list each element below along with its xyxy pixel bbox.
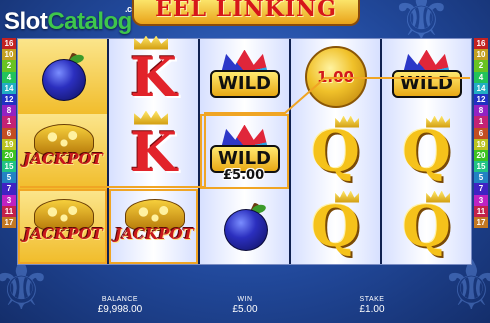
stake-value: £1.00	[359, 304, 385, 315]
reel-5: WILD Q Q	[382, 39, 471, 264]
reel-area: JACKPOT JACKPOT K K JACKPOT WILD WILD 1.00 Q Q WIL…	[17, 35, 472, 265]
payline-number-right: 10	[474, 49, 488, 61]
payline-number-left: 7	[2, 183, 16, 195]
reel-cell: 1.00	[291, 39, 380, 114]
slotcatalog-logo: SlotCatalog .com	[4, 4, 145, 36]
reel-cell: JACKPOT	[18, 114, 107, 189]
plum-symbol	[221, 201, 269, 251]
jackpot-symbol: JACKPOT	[24, 198, 103, 255]
payline-number-right: 17	[474, 217, 488, 229]
payline-number-left: 19	[2, 138, 16, 150]
payline-number-right: 7	[474, 183, 488, 195]
queen-symbol: Q	[311, 190, 360, 255]
payline-number-right: 15	[474, 161, 488, 173]
win-value: £5.00	[232, 304, 258, 315]
payline-number-left: 3	[2, 194, 16, 206]
payline-number-left: 10	[2, 49, 16, 61]
reel-cell: K	[109, 35, 198, 114]
game-title: EEL LINKING	[155, 0, 337, 22]
reel-cell: Q	[382, 114, 471, 189]
bottom-bar: BALANCE £9,998.00 WIN £5.00 STAKE £1.00	[0, 288, 490, 323]
payline-number-right: 3	[474, 194, 488, 206]
payline-number-left: 17	[2, 217, 16, 229]
payline-number-left: 20	[2, 149, 16, 162]
logo-part-1: Slot	[4, 8, 48, 35]
reel-cell: K	[109, 110, 198, 189]
payline-number-left: 12	[2, 93, 16, 106]
payline-number-right: 14	[474, 82, 488, 94]
payline-number-right: 2	[474, 60, 488, 72]
reel-cell	[200, 189, 289, 264]
wild-symbol: WILD	[391, 49, 462, 104]
payline-number-left: 2	[2, 60, 16, 72]
king-symbol: K	[130, 35, 177, 104]
reel-cell: JACKPOT	[109, 189, 198, 264]
payline-number-left: 14	[2, 82, 16, 94]
payline-number-right: 11	[474, 205, 488, 217]
queen-symbol: Q	[402, 190, 451, 255]
payline-number-left: 5	[2, 172, 16, 184]
reel-cell: WILD	[382, 39, 471, 114]
balance-value: £9,998.00	[97, 304, 143, 315]
reel-cell: Q	[291, 189, 380, 264]
payline-number-left: 11	[2, 205, 16, 217]
payline-number-left: 15	[2, 161, 16, 173]
reel-3: WILD WILD	[200, 39, 289, 264]
reel-2: K K JACKPOT	[109, 35, 198, 264]
game-title-banner: EEL LINKING	[132, 0, 360, 26]
payline-number-right: 6	[474, 127, 488, 139]
reel-4: 1.00 Q Q	[291, 39, 380, 264]
wild-symbol: WILD	[209, 49, 280, 104]
win-label: WIN	[237, 296, 253, 303]
payline-number-right: 20	[474, 149, 488, 162]
stake-display: STAKE £1.00	[322, 295, 422, 316]
payline-number-left: 8	[2, 105, 16, 117]
stake-label: STAKE	[359, 296, 385, 303]
jackpot-symbol: JACKPOT	[115, 198, 194, 255]
balance-label: BALANCE	[101, 296, 139, 303]
payline-number-right: 5	[474, 172, 488, 184]
payline-number-right: 8	[474, 105, 488, 117]
win-amount-overlay: £5.00	[223, 168, 265, 183]
reel-1: JACKPOT JACKPOT	[18, 39, 107, 264]
payline-number-right: 4	[474, 71, 488, 83]
payline-number-left: 6	[2, 127, 16, 139]
payline-number-right: 1	[474, 116, 488, 128]
win-display: WIN £5.00	[195, 295, 295, 316]
reel-cell: JACKPOT	[18, 189, 107, 264]
queen-symbol: Q	[402, 115, 451, 180]
payline-indicators-right: 16 10 2 4 14 12 8 1 6 19 20 15 5 7 3 11 17	[474, 38, 488, 229]
queen-symbol: Q	[311, 115, 360, 180]
payline-number-right: 12	[474, 93, 488, 106]
logo-part-2: Catalog	[47, 8, 132, 35]
reel-cell: Q	[382, 189, 471, 264]
jackpot-symbol: JACKPOT	[24, 123, 103, 180]
coin-symbol: 1.00	[304, 45, 367, 108]
payline-number-right: 19	[474, 138, 488, 150]
reel-cell: Q	[291, 114, 380, 189]
king-symbol: K	[130, 110, 177, 179]
plum-symbol	[39, 51, 87, 101]
reel-cell: WILD	[200, 39, 289, 114]
payline-indicators-left: 16 10 2 4 14 12 8 1 6 19 20 15 5 7 3 11 17	[2, 38, 16, 229]
payline-number-left: 1	[2, 116, 16, 128]
reel-cell	[18, 39, 107, 114]
balance-display: BALANCE £9,998.00	[70, 295, 170, 316]
payline-number-right: 16	[474, 38, 488, 50]
payline-number-left: 16	[2, 38, 16, 50]
game-scene: ⚜ ⚜ ⚜ SlotCatalog .com EEL LINKING 16102…	[0, 0, 490, 323]
payline-number-left: 4	[2, 71, 16, 83]
